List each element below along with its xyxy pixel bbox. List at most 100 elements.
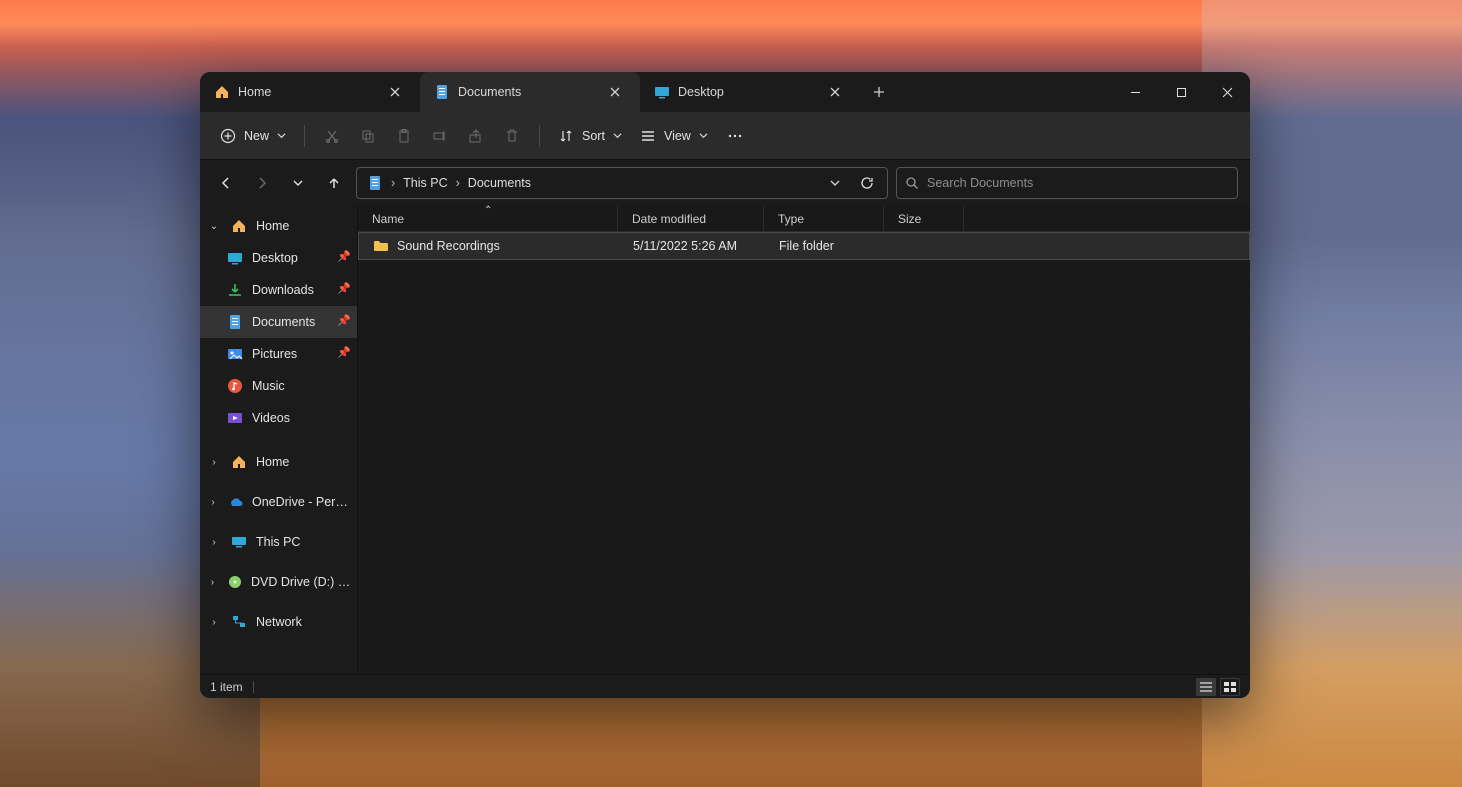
tab-close-button[interactable]: [824, 81, 846, 103]
sidebar-item-label: DVD Drive (D:) CCCO: [251, 575, 351, 589]
maximize-button[interactable]: [1158, 72, 1204, 112]
column-header-size[interactable]: Size: [884, 206, 964, 231]
new-label: New: [244, 129, 269, 143]
home-icon: [230, 217, 248, 235]
share-button[interactable]: [459, 119, 493, 153]
refresh-button[interactable]: [853, 169, 881, 197]
plus-circle-icon: [220, 128, 236, 144]
sidebar-item-documents[interactable]: Documents 📌: [200, 306, 357, 338]
view-icon: [640, 128, 656, 144]
tab-label: Home: [238, 85, 376, 99]
recent-button[interactable]: [284, 169, 312, 197]
back-button[interactable]: [212, 169, 240, 197]
breadcrumb-this-pc[interactable]: This PC: [399, 174, 451, 192]
address-dropdown-button[interactable]: [821, 169, 849, 197]
sidebar-item-label: Downloads: [252, 283, 314, 297]
content-pane: ⌃ Name Date modified Type Size Sound Rec…: [358, 206, 1250, 674]
sidebar-item-label: This PC: [256, 535, 300, 549]
copy-button[interactable]: [351, 119, 385, 153]
sidebar-item-downloads[interactable]: Downloads 📌: [200, 274, 357, 306]
tab-close-button[interactable]: [384, 81, 406, 103]
file-list[interactable]: Sound Recordings 5/11/2022 5:26 AM File …: [358, 232, 1250, 674]
cut-button[interactable]: [315, 119, 349, 153]
view-button[interactable]: View: [632, 119, 716, 153]
tabs: Home Documents Desktop: [200, 72, 1112, 112]
folder-icon: [373, 238, 389, 254]
column-header-type[interactable]: Type: [764, 206, 884, 231]
separator: [304, 125, 305, 147]
chevron-right-icon: ›: [206, 537, 222, 548]
paste-button[interactable]: [387, 119, 421, 153]
close-button[interactable]: [1204, 72, 1250, 112]
sidebar-item-music[interactable]: Music: [200, 370, 357, 402]
chevron-right-icon: ›: [391, 176, 395, 190]
sidebar-item-home[interactable]: ⌄ Home: [200, 210, 357, 242]
chevron-right-icon: ›: [206, 577, 219, 588]
disc-icon: [227, 573, 243, 591]
breadcrumb-documents[interactable]: Documents: [464, 174, 535, 192]
up-button[interactable]: [320, 169, 348, 197]
chevron-down-icon: ⌄: [206, 221, 222, 232]
tab-label: Documents: [458, 85, 596, 99]
videos-icon: [226, 409, 244, 427]
sidebar-item-label: OneDrive - Personal: [252, 495, 351, 509]
downloads-icon: [226, 281, 244, 299]
network-icon: [230, 613, 248, 631]
sidebar-item-label: Home: [256, 455, 289, 469]
column-header-date[interactable]: Date modified: [618, 206, 764, 231]
address-bar[interactable]: › This PC › Documents: [356, 167, 888, 199]
sidebar-item-pictures[interactable]: Pictures 📌: [200, 338, 357, 370]
cloud-icon: [228, 493, 244, 511]
sidebar-item-label: Music: [252, 379, 285, 393]
sidebar-item-videos[interactable]: Videos: [200, 402, 357, 434]
pin-icon: 📌: [337, 282, 351, 295]
chevron-down-icon: [699, 131, 708, 140]
tab-home[interactable]: Home: [200, 72, 420, 112]
tab-documents[interactable]: Documents: [420, 72, 640, 112]
chevron-right-icon: ›: [206, 617, 222, 628]
music-icon: [226, 377, 244, 395]
tab-label: Desktop: [678, 85, 816, 99]
more-button[interactable]: [718, 119, 752, 153]
search-input[interactable]: [927, 176, 1229, 190]
tab-desktop[interactable]: Desktop: [640, 72, 860, 112]
file-row[interactable]: Sound Recordings 5/11/2022 5:26 AM File …: [358, 232, 1250, 260]
file-cell-name: Sound Recordings: [359, 233, 619, 259]
separator: [539, 125, 540, 147]
chevron-right-icon: ›: [206, 457, 222, 468]
rename-button[interactable]: [423, 119, 457, 153]
sidebar-item-this-pc[interactable]: › This PC: [200, 526, 357, 558]
sidebar-item-network[interactable]: › Network: [200, 606, 357, 638]
minimize-button[interactable]: [1112, 72, 1158, 112]
delete-button[interactable]: [495, 119, 529, 153]
sort-button[interactable]: Sort: [550, 119, 630, 153]
sort-indicator-icon: ⌃: [484, 205, 492, 216]
pin-icon: 📌: [337, 314, 351, 327]
pc-icon: [230, 533, 248, 551]
large-icons-view-button[interactable]: [1220, 678, 1240, 696]
file-cell-size: [885, 233, 965, 259]
more-icon: [727, 128, 743, 144]
window-controls: [1112, 72, 1250, 112]
sidebar-item-home-2[interactable]: › Home: [200, 446, 357, 478]
file-explorer-window: Home Documents Desktop: [200, 72, 1250, 698]
pin-icon: 📌: [337, 346, 351, 359]
tab-close-button[interactable]: [604, 81, 626, 103]
status-bar: 1 item: [200, 674, 1250, 698]
details-view-button[interactable]: [1196, 678, 1216, 696]
chevron-down-icon: [613, 131, 622, 140]
search-box[interactable]: [896, 167, 1238, 199]
sidebar-item-onedrive[interactable]: › OneDrive - Personal: [200, 486, 357, 518]
pin-icon: 📌: [337, 250, 351, 263]
chevron-right-icon: ›: [456, 176, 460, 190]
sidebar-item-label: Videos: [252, 411, 290, 425]
file-name: Sound Recordings: [397, 239, 500, 253]
sidebar-item-label: Home: [256, 219, 289, 233]
forward-button[interactable]: [248, 169, 276, 197]
sidebar-item-dvd[interactable]: › DVD Drive (D:) CCCO: [200, 566, 357, 598]
new-button[interactable]: New: [212, 119, 294, 153]
new-tab-button[interactable]: [860, 72, 898, 112]
desktop-icon: [226, 249, 244, 267]
sidebar-item-desktop[interactable]: Desktop 📌: [200, 242, 357, 274]
column-headers: ⌃ Name Date modified Type Size: [358, 206, 1250, 232]
